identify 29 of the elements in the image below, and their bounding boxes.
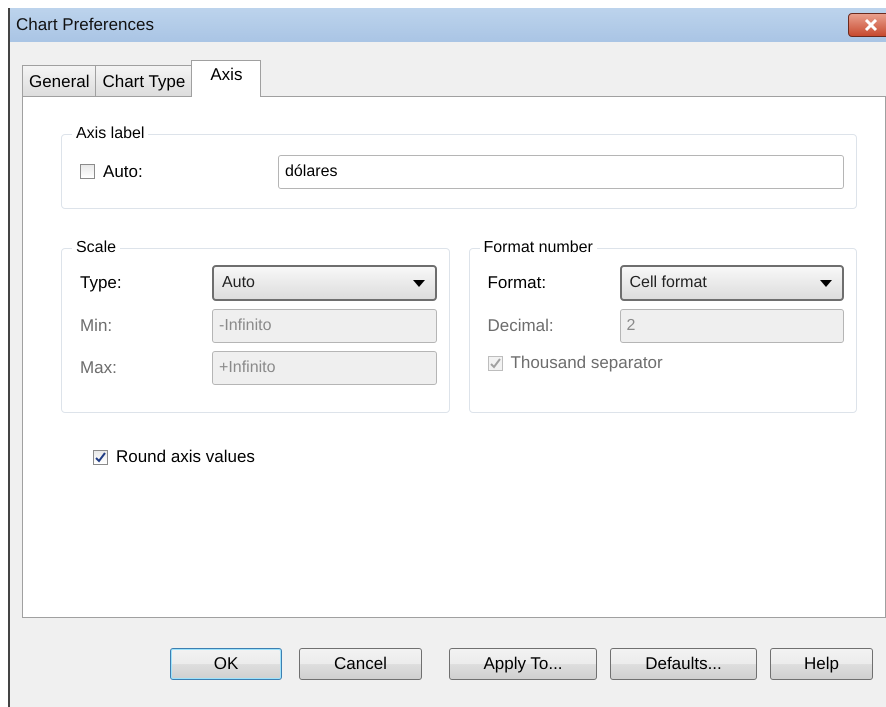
dropdown[interactable]: Auto [212,265,436,301]
field-label: Thousand separator [510,353,663,373]
field-label: Max: [80,358,118,378]
checkbox[interactable] [93,450,108,464]
checkbox-label: Round axis values [116,447,255,467]
close-button[interactable] [848,13,886,37]
dialog-button[interactable]: Help [770,648,873,680]
field-label: Type: [80,273,123,293]
dialog-button[interactable]: Defaults... [610,648,757,680]
dropdown[interactable]: Cell format [620,265,844,301]
group-title: Axis label [75,125,146,143]
dialog-button[interactable]: Apply To... [449,648,597,680]
caret-icon [412,280,424,286]
dialog-button[interactable]: OK [170,648,282,680]
group-title: Format number [482,239,594,257]
tab[interactable]: Axis [191,60,262,97]
tab[interactable]: Chart Type [95,65,192,96]
field-label: Decimal: [488,316,555,336]
text-field[interactable]: dólares [278,154,844,188]
checkbox-label: Auto: [103,162,143,182]
group-title: Scale [75,239,118,257]
tab[interactable]: General [22,65,96,96]
field-label: Format: [488,273,548,293]
window-title: Chart Preferences [16,15,154,35]
checkbox[interactable] [80,164,95,179]
caret-icon [820,280,832,286]
close-icon [864,19,878,31]
field-label: Min: [80,316,114,336]
dialog-button[interactable]: Cancel [299,648,422,680]
